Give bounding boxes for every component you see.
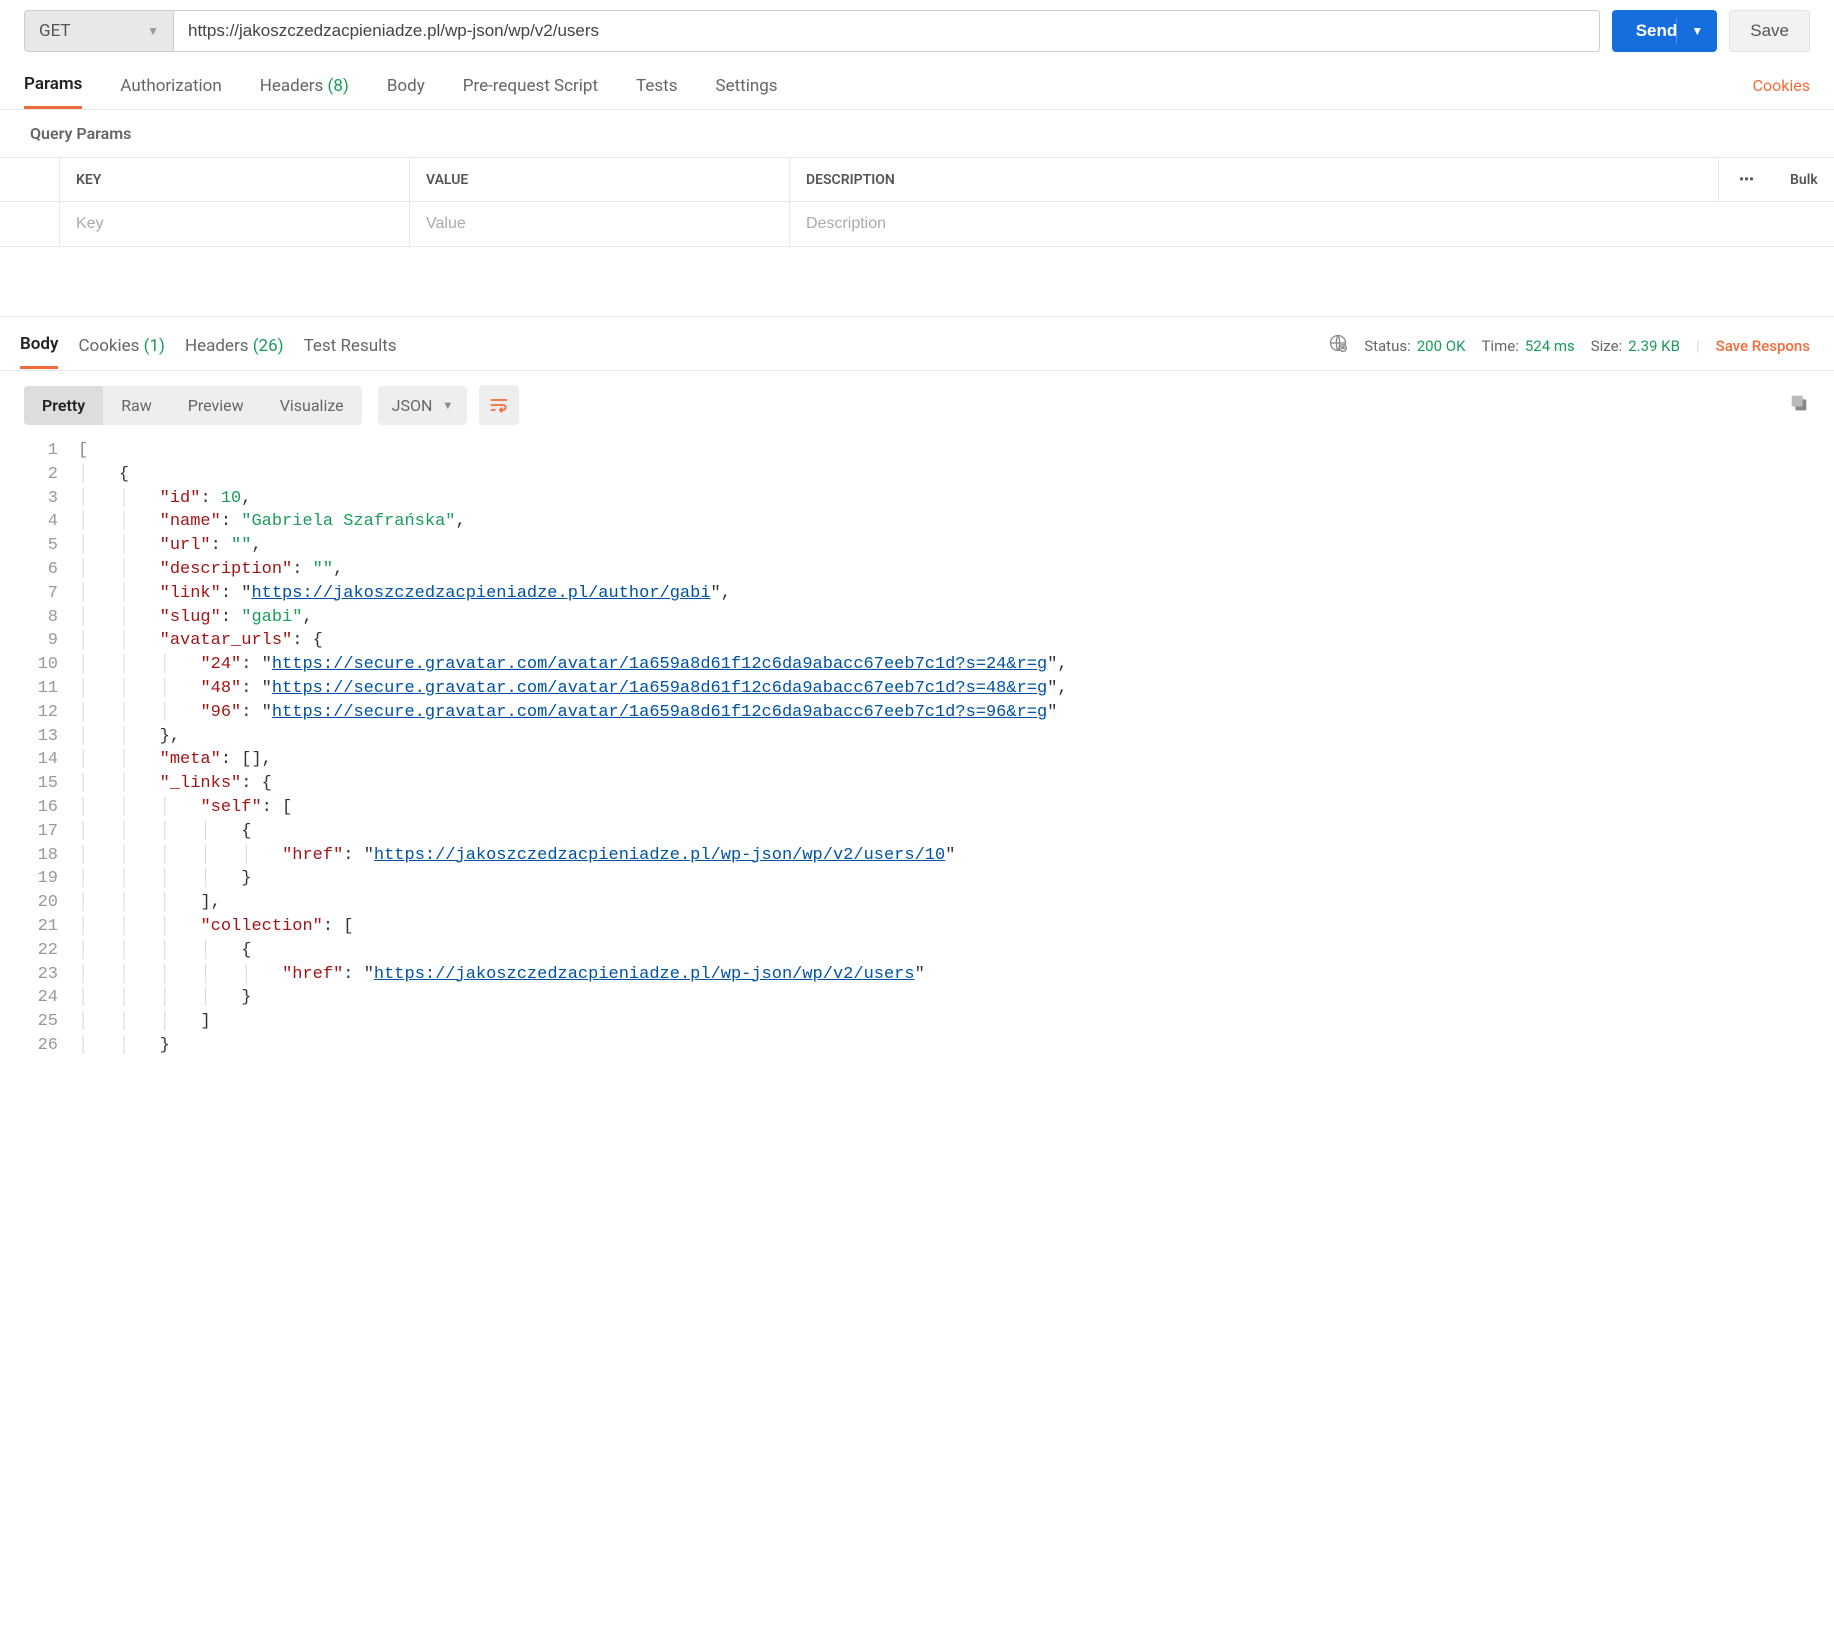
divider [1676, 18, 1677, 44]
save-button[interactable]: Save [1729, 10, 1810, 52]
resp-tab-cookies[interactable]: Cookies (1) [78, 336, 165, 368]
resp-tab-body[interactable]: Body [20, 334, 58, 369]
key-input[interactable] [76, 215, 393, 233]
params-table: KEY VALUE DESCRIPTION ••• Bulk [0, 157, 1834, 247]
method-dropdown[interactable]: GET ▼ [24, 10, 174, 52]
resp-headers-count: (26) [253, 336, 284, 356]
send-button[interactable]: Send ▼ [1612, 10, 1718, 52]
method-label: GET [39, 21, 71, 41]
url-input[interactable] [174, 10, 1600, 52]
tab-params[interactable]: Params [24, 74, 82, 109]
more-icon[interactable]: ••• [1718, 158, 1774, 201]
spacer [0, 247, 1834, 317]
expand-cell [0, 158, 60, 201]
wrap-lines-button[interactable] [479, 385, 519, 425]
tab-authorization[interactable]: Authorization [120, 76, 221, 108]
response-body-code[interactable]: 1[2│ {3│ │ "id": 10,4│ │ "name": "Gabrie… [0, 439, 1834, 1078]
cookies-link[interactable]: Cookies [1753, 76, 1810, 107]
status-value: 200 OK [1417, 337, 1466, 355]
query-params-label: Query Params [0, 110, 1834, 157]
value-header: VALUE [410, 158, 790, 201]
resp-tab-headers[interactable]: Headers (26) [185, 336, 284, 368]
size-label: Size: [1591, 337, 1622, 355]
view-mode-group: Pretty Raw Preview Visualize [24, 386, 362, 425]
desc-input[interactable] [806, 215, 1818, 233]
expand-cell [0, 202, 60, 246]
send-label: Send [1636, 21, 1694, 41]
copy-icon[interactable] [1788, 392, 1810, 419]
resp-headers-label: Headers [185, 336, 249, 356]
resp-cookies-count: (1) [144, 336, 165, 356]
view-raw[interactable]: Raw [103, 386, 170, 425]
size-value: 2.39 KB [1628, 337, 1680, 355]
headers-count: (8) [328, 76, 349, 96]
resp-tab-test-results[interactable]: Test Results [304, 336, 397, 368]
view-pretty[interactable]: Pretty [24, 386, 103, 425]
resp-cookies-label: Cookies [78, 336, 139, 356]
key-header: KEY [60, 158, 410, 201]
view-preview[interactable]: Preview [170, 386, 262, 425]
tab-body[interactable]: Body [387, 76, 425, 108]
desc-header: DESCRIPTION [790, 158, 1718, 201]
status-label: Status: [1364, 337, 1411, 355]
params-header-row: KEY VALUE DESCRIPTION ••• Bulk [0, 158, 1834, 202]
tab-headers-label: Headers [260, 76, 324, 96]
time-label: Time: [1481, 337, 1518, 355]
tab-prerequest[interactable]: Pre-request Script [463, 76, 598, 108]
tab-headers[interactable]: Headers (8) [260, 76, 349, 108]
tab-tests[interactable]: Tests [636, 76, 677, 108]
tab-settings[interactable]: Settings [715, 76, 777, 108]
chevron-down-icon: ▼ [147, 24, 159, 38]
chevron-down-icon: ▼ [442, 399, 453, 412]
time-value: 524 ms [1525, 337, 1575, 355]
globe-icon[interactable] [1328, 333, 1348, 358]
bulk-edit-link[interactable]: Bulk [1774, 158, 1834, 201]
chevron-down-icon: ▼ [1691, 24, 1703, 38]
value-input[interactable] [426, 215, 773, 233]
format-dropdown[interactable]: JSON ▼ [378, 386, 468, 425]
params-input-row [0, 202, 1834, 246]
save-response-link[interactable]: Save Respons [1716, 337, 1810, 355]
view-visualize[interactable]: Visualize [262, 386, 362, 425]
format-label: JSON [392, 396, 433, 415]
